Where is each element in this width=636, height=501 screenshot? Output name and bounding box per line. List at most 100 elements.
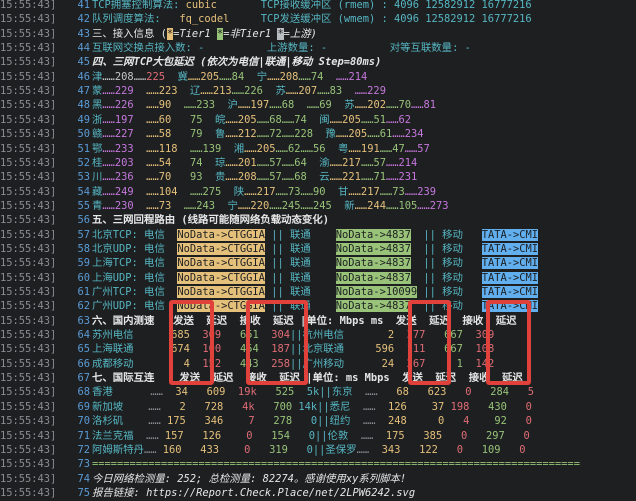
- line-segment: ……: [348, 429, 374, 442]
- line-segment: ……57: [256, 156, 282, 169]
- line-segment: 香港: [92, 386, 151, 399]
- line-segment: 浙: [92, 113, 103, 126]
- line-segment: ……243: [171, 199, 216, 212]
- line-segment: ……205: [225, 113, 257, 126]
- line-segment: 19k: [225, 386, 257, 399]
- line-segment: ……57: [404, 142, 430, 155]
- line-segment: 0: [406, 415, 445, 428]
- line-segment: ……203: [102, 156, 134, 169]
- terminal-window: 15:55:43] 41 TCP拥塞控制算法: cubic TCP接收缓冲区 (rm…: [0, 0, 636, 499]
- line-segment: ……: [356, 443, 370, 456]
- line-segment: 2: [160, 400, 186, 413]
- line-segment: ……229: [102, 85, 134, 98]
- line-segment: ……58: [133, 128, 172, 141]
- line-segment: 34: [162, 386, 188, 399]
- line-segment: ……231: [385, 171, 418, 184]
- line-segment: ……213: [200, 85, 232, 98]
- line-segment: 175: [160, 415, 186, 428]
- line-segment: ……197: [237, 99, 270, 112]
- line-segment: ……81: [411, 99, 437, 112]
- line-segment: ……191: [348, 142, 380, 155]
- line-segment: 700: [254, 400, 293, 413]
- line-segment: 37: [406, 400, 445, 413]
- line-segment: ……: [350, 415, 376, 428]
- line-segment: 队列调度算法:: [92, 13, 180, 26]
- line-segment: NoData->10099: [335, 286, 418, 298]
- line-segment: ……47: [379, 142, 405, 155]
- line-segment: ……220: [237, 199, 270, 212]
- line-segment: ……: [143, 443, 157, 456]
- line-segment: ……74: [281, 113, 307, 126]
- line-segment: 广州TCP: 电信: [92, 286, 178, 298]
- line-segment: || 移动: [410, 228, 482, 241]
- line-segment: 琼: [202, 156, 226, 169]
- line-segment: 蒙: [92, 85, 103, 98]
- line-segment: 0||圣保罗: [287, 443, 357, 456]
- line-segment: 黑: [92, 99, 103, 112]
- line-segment: ……249: [102, 185, 134, 198]
- line-segment: 385: [404, 429, 443, 442]
- line-segment: 79: [171, 128, 203, 141]
- line-segment: ……139: [177, 142, 222, 155]
- line-segment: ……70: [385, 99, 411, 112]
- line-segment: 623: [408, 386, 447, 399]
- line-segment: 互联网交换点接入数: - 上游数量: - 对等互联数量: -: [92, 42, 471, 55]
- line-segment: ……57: [256, 171, 282, 184]
- line-segment: 0: [219, 443, 251, 456]
- line-segment: ……90: [133, 99, 172, 112]
- line-segment: 5: [509, 386, 535, 399]
- line-segment: 4k: [223, 400, 255, 413]
- highlight-box-receive-domestic: [246, 300, 308, 385]
- line-segment: 四、三网TCP大包延迟 (依次为电信|联通|移动 Step=80ms): [92, 56, 382, 69]
- line-segment: 宁: [244, 70, 268, 83]
- line-segment: 346: [185, 415, 224, 428]
- line-segment: ……68: [269, 99, 295, 112]
- line-segment: NoData->CTGGIA: [177, 271, 265, 284]
- line-segment: 0: [504, 429, 530, 442]
- line-segment: NoData->4837: [335, 257, 411, 270]
- line-segment: 青: [92, 199, 103, 212]
- line-segment: ……226: [102, 99, 134, 112]
- line-segment: ……73: [379, 185, 405, 198]
- line-segment: ……202: [354, 99, 386, 112]
- line-segment: =Tier1: [173, 27, 217, 40]
- line-segment: 上海联通: [92, 343, 172, 356]
- line-segment: 苏州电信: [92, 329, 172, 342]
- line-segment: 596: [344, 343, 395, 356]
- line-segment: ……105: [385, 199, 418, 212]
- line-segment: 175: [373, 429, 405, 442]
- line-segment: ……273: [417, 199, 449, 212]
- line-segment: 5k||东京: [294, 386, 353, 399]
- line-segment: 云: [306, 171, 330, 184]
- line-segment: 728: [185, 400, 224, 413]
- line-segment: 0||纽约: [292, 415, 351, 428]
- line-segment: ……: [350, 400, 376, 413]
- line-segment: || 联通: [264, 242, 336, 255]
- line-segment: 430: [469, 400, 507, 413]
- line-segment: 上海TCP: 电信: [92, 257, 178, 270]
- line-segment: TATA->CMI: [481, 228, 538, 241]
- highlight-box-send-domestic: [169, 300, 214, 385]
- line-segment: NoData->CTGGIA: [177, 286, 265, 298]
- line-segment: ……54: [133, 156, 172, 169]
- line-segment: ……: [133, 70, 147, 83]
- line-segment: ……205: [244, 142, 276, 155]
- line-segment: ……90: [300, 185, 326, 198]
- line-segment: 冀: [164, 70, 188, 83]
- line-segment: ……83: [317, 85, 343, 98]
- line-segment: 160: [156, 443, 182, 456]
- line-segment: 上海UDP: 电信: [92, 271, 178, 284]
- line-segment: 24: [344, 357, 395, 370]
- line-segment: 三、接入信息 (: [92, 27, 167, 40]
- line-segment: 278: [254, 415, 293, 428]
- line-segment: fq_codel: [179, 13, 230, 26]
- line-segment: 报告链接: https://Report.Check.Place/net/2LP…: [92, 486, 416, 499]
- line-segment: NoData->4837: [335, 300, 411, 313]
- line-segment: 126: [375, 400, 407, 413]
- line-segment: ……: [146, 429, 159, 442]
- line-segment: ……227: [102, 128, 134, 141]
- line-segment: 法兰克福: [92, 429, 147, 442]
- line-segment: 319: [250, 443, 288, 456]
- line-segment: ……64: [281, 156, 307, 169]
- line-segment: 343: [369, 443, 401, 456]
